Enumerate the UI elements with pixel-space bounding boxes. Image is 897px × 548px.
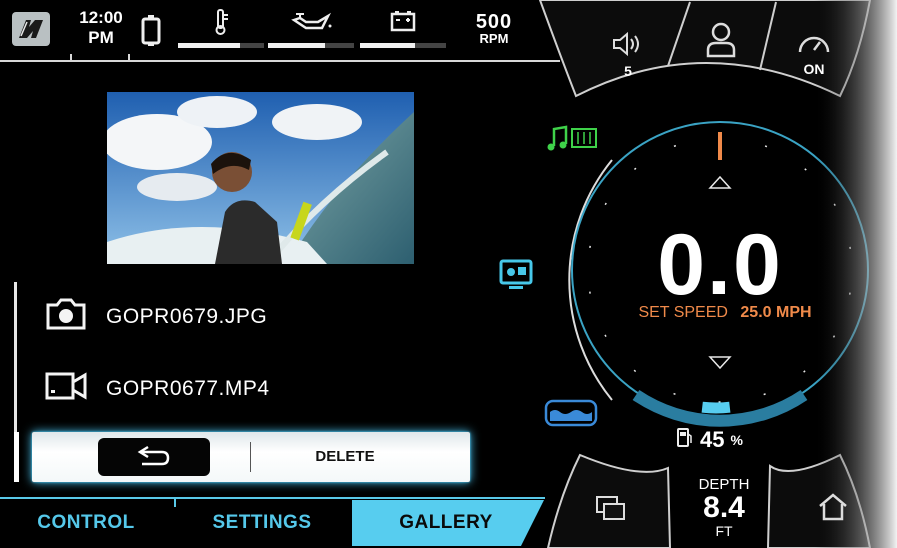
rpm-unit: RPM xyxy=(479,31,509,46)
battery-level xyxy=(360,43,416,48)
list-scrollbar-thumb[interactable] xyxy=(14,432,19,482)
mirror-display-button[interactable] xyxy=(594,494,628,527)
media-preview-image[interactable] xyxy=(107,92,414,264)
back-button[interactable] xyxy=(98,438,210,476)
depth-readout: DEPTH 8.4 FT xyxy=(686,476,762,539)
set-speed-value: 25.0 MPH xyxy=(740,304,812,321)
temperature-level xyxy=(178,43,240,48)
back-arrow-icon xyxy=(134,441,174,474)
file-name: GOPR0677.MP4 xyxy=(106,376,270,400)
brand-logo[interactable] xyxy=(12,12,50,46)
list-item[interactable]: GOPR0679.JPG xyxy=(44,297,267,336)
speedometer-icon xyxy=(796,36,832,60)
list-item[interactable]: GOPR0677.MP4 xyxy=(44,369,270,408)
depth-unit: FT xyxy=(715,523,733,539)
rpm-value: 500 xyxy=(475,11,513,33)
rpm-readout: 500 RPM xyxy=(464,12,524,46)
depth-value: 8.4 xyxy=(703,491,745,524)
battery-gauge xyxy=(360,8,446,54)
profile-button[interactable] xyxy=(704,20,738,65)
clock-meridiem: PM xyxy=(88,28,114,47)
fuel-unit: % xyxy=(730,431,743,448)
file-action-bar: DELETE xyxy=(32,432,470,482)
music-eq-icon xyxy=(544,125,600,158)
camera-display-icon xyxy=(498,259,534,296)
user-icon xyxy=(704,22,738,64)
oil-can-icon xyxy=(268,8,354,41)
camera-icon xyxy=(44,297,88,336)
oil-level xyxy=(268,43,325,48)
delete-button[interactable]: DELETE xyxy=(302,448,388,465)
gopro-mode-button[interactable] xyxy=(498,258,534,297)
ballast-tank-icon xyxy=(544,399,598,432)
fuel-pump-icon xyxy=(676,426,694,453)
thermometer-icon xyxy=(178,8,264,41)
home-button[interactable] xyxy=(816,492,850,527)
status-bar: 12:00 PM 500 RPM xyxy=(0,0,560,62)
tab-control[interactable]: CONTROL xyxy=(0,500,172,546)
set-speed[interactable]: SET SPEED 25.0 MPH xyxy=(610,304,840,322)
clock-time: 12:00 xyxy=(79,8,123,27)
tab-bar-line xyxy=(0,497,545,499)
clock: 12:00 PM xyxy=(76,8,126,48)
oil-gauge xyxy=(268,8,354,54)
fuel-value: 45 xyxy=(700,426,725,452)
list-scrollbar-track[interactable] xyxy=(14,282,17,432)
status-separator xyxy=(70,54,72,62)
music-mode-button[interactable] xyxy=(544,124,600,159)
tab-settings[interactable]: SETTINGS xyxy=(176,500,348,546)
action-divider xyxy=(250,442,251,472)
volume-button[interactable]: 5 xyxy=(608,30,648,79)
tab-gallery[interactable]: GALLERY xyxy=(352,500,540,546)
status-separator xyxy=(128,54,130,62)
volume-value: 5 xyxy=(624,63,632,79)
ballast-mode-button[interactable] xyxy=(544,398,598,433)
cruise-value: ON xyxy=(803,61,825,77)
set-speed-label: SET SPEED xyxy=(638,304,728,321)
home-icon xyxy=(816,493,850,526)
windows-overlap-icon xyxy=(594,496,628,526)
video-camera-icon xyxy=(44,369,88,408)
speaker-icon xyxy=(611,31,645,62)
speed-readout: 0.0 xyxy=(657,217,783,313)
file-name: GOPR0679.JPG xyxy=(106,304,268,328)
temperature-gauge xyxy=(178,8,264,54)
fuel-readout: 45 % xyxy=(676,426,743,453)
speed-arc xyxy=(647,386,785,414)
phone-icon xyxy=(140,14,162,51)
battery-icon xyxy=(360,8,446,39)
cruise-button[interactable]: ON xyxy=(794,30,834,77)
